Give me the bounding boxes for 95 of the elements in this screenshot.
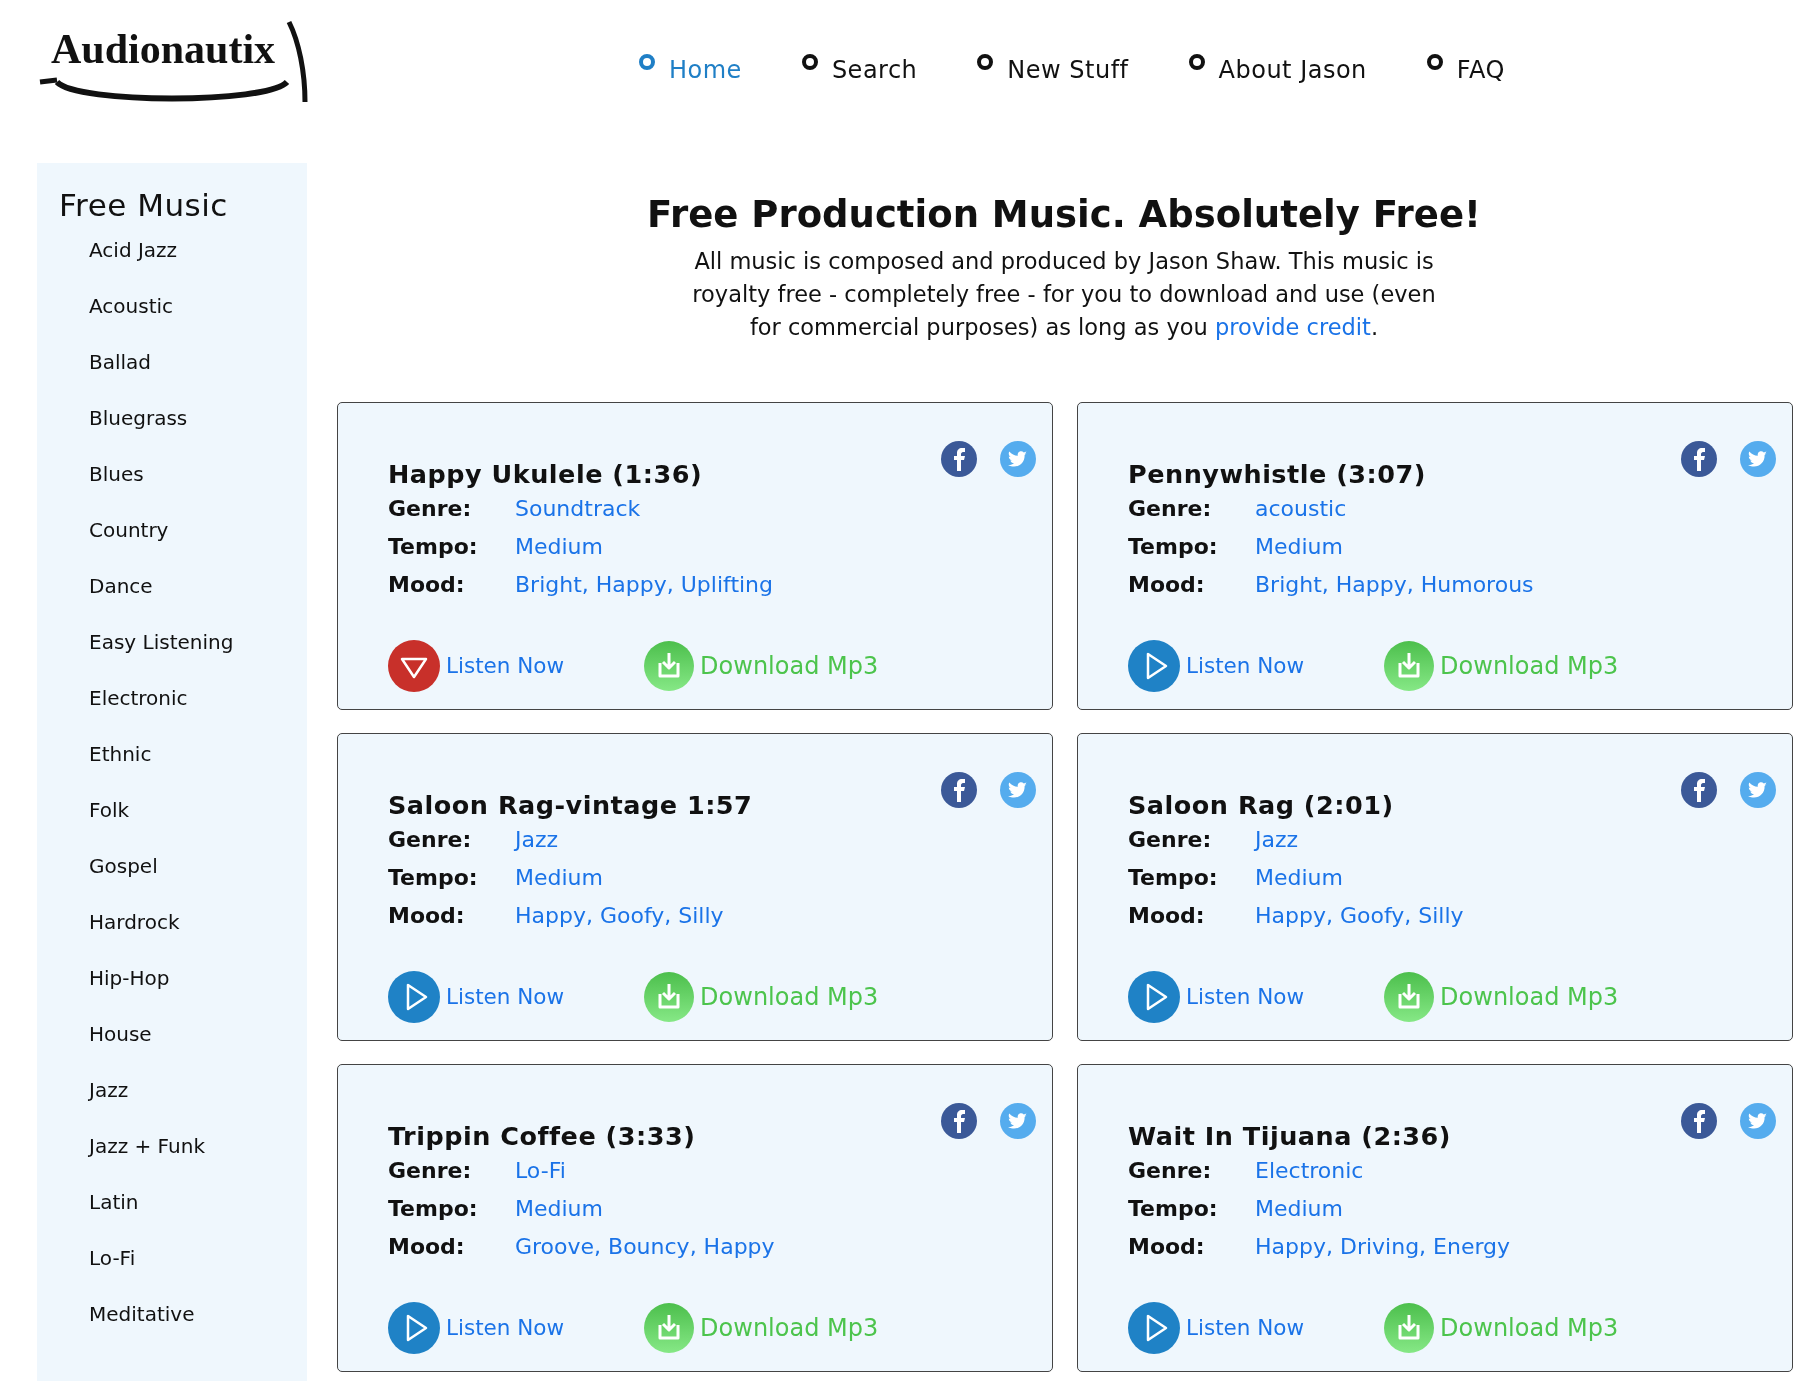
track-title: Wait In Tijuana (2:36) (1128, 1121, 1451, 1152)
field-label: Genre: (388, 826, 473, 855)
nav-link[interactable]: About Jason (1188, 52, 1367, 88)
field-value[interactable]: acoustic (1255, 492, 1347, 526)
sidebar-item[interactable]: Dance (59, 564, 307, 621)
track-title: Saloon Rag-vintage 1:57 (388, 790, 753, 821)
bullet-icon (1426, 54, 1443, 70)
facebook-icon[interactable] (1681, 1103, 1717, 1140)
sidebar-item[interactable]: Acoustic (59, 284, 307, 341)
track-title: Pennywhistle (3:07) (1128, 459, 1426, 490)
facebook-icon[interactable] (941, 441, 977, 478)
logo[interactable]: Audionautix (37, 12, 309, 104)
download-icon (644, 972, 695, 1022)
field-label: Genre: (1128, 1157, 1213, 1186)
field-value[interactable]: Electronic (1255, 1154, 1364, 1188)
bullet-icon (1188, 54, 1205, 70)
field-label: Tempo: (1128, 864, 1219, 893)
sidebar-item[interactable]: Acid Jazz (59, 228, 307, 285)
bullet-icon (801, 54, 818, 70)
field-label: Mood: (1128, 1233, 1206, 1262)
track-title: Happy Ukulele (1:36) (388, 459, 703, 490)
field-value[interactable]: Groove, Bouncy, Happy (515, 1230, 775, 1264)
field-label: Mood: (1128, 571, 1206, 600)
bullet-icon (977, 54, 994, 70)
field-label: Genre: (388, 495, 473, 524)
sidebar-item[interactable]: Folk (59, 788, 307, 845)
field-label: Genre: (1128, 495, 1213, 524)
facebook-icon[interactable] (941, 772, 977, 809)
field-value[interactable]: Jazz (1255, 823, 1299, 857)
page-headline: Free Production Music. Absolutely Free! (646, 193, 1482, 238)
sidebar-item[interactable]: Meditative (59, 1292, 307, 1349)
track-title: Saloon Rag (2:01) (1128, 790, 1394, 821)
download-icon (644, 641, 695, 691)
field-value[interactable]: Bright, Happy, Uplifting (515, 568, 774, 602)
field-value[interactable]: Medium (515, 530, 603, 564)
download-icon (1384, 972, 1435, 1022)
sidebar-item[interactable]: Gospel (59, 844, 307, 901)
bullet-icon (639, 54, 655, 70)
field-label: Tempo: (388, 1195, 479, 1224)
field-label: Tempo: (388, 864, 479, 893)
field-label: Tempo: (1128, 1195, 1219, 1224)
download-icon (1384, 641, 1435, 691)
sidebar-item[interactable]: Jazz + Funk (59, 1124, 307, 1181)
sidebar-item[interactable]: Country (59, 508, 307, 565)
field-label: Mood: (1128, 902, 1206, 931)
listen-button[interactable]: Listen Now (1128, 1302, 1305, 1354)
field-label: Mood: (388, 1233, 466, 1262)
field-value[interactable]: Soundtrack (515, 492, 641, 526)
field-value[interactable]: Happy, Driving, Energy (1255, 1230, 1511, 1264)
credit-link[interactable]: provide credit (1214, 314, 1371, 341)
sidebar-item[interactable]: Latin (59, 1180, 307, 1237)
nav-link[interactable]: Search (801, 52, 918, 88)
sidebar-item[interactable]: Easy Listening (59, 620, 307, 677)
download-icon (644, 1303, 695, 1353)
nav-link[interactable]: Home (639, 52, 742, 88)
listen-button[interactable]: Listen Now (388, 971, 565, 1023)
field-value[interactable]: Medium (515, 861, 603, 895)
track-title: Trippin Coffee (3:33) (388, 1121, 696, 1152)
sidebar-item[interactable]: Blues (59, 452, 307, 509)
sidebar-item[interactable]: Lo-Fi (59, 1236, 307, 1293)
sidebar-item[interactable]: Hip-Hop (59, 956, 307, 1013)
field-value[interactable]: Medium (1255, 1192, 1343, 1226)
field-label: Mood: (388, 902, 466, 931)
field-value[interactable]: Medium (1255, 861, 1343, 895)
field-label: Genre: (388, 1157, 473, 1186)
listen-button[interactable]: Listen Now (388, 1302, 565, 1354)
field-value[interactable]: Happy, Goofy, Silly (515, 899, 724, 933)
sidebar-item[interactable]: Ethnic (59, 732, 307, 789)
facebook-icon[interactable] (1681, 772, 1717, 809)
listen-button[interactable]: Listen Now (388, 640, 565, 692)
listen-button[interactable]: Listen Now (1128, 971, 1305, 1023)
sidebar-item[interactable]: House (59, 1012, 307, 1069)
sidebar-item[interactable]: Hardrock (59, 900, 307, 957)
field-label: Tempo: (388, 533, 479, 562)
intro-paragraph: All music is composed and produced by Jason Shaw. This music is royalty free - completely free - for you to download and use (even for commercial purposes) as long as you provide credit. (691, 247, 1437, 343)
download-icon (1384, 1303, 1435, 1353)
field-value[interactable]: Medium (1255, 530, 1343, 564)
sidebar-item[interactable]: Ballad (59, 340, 307, 397)
field-value[interactable]: Jazz (515, 823, 559, 857)
field-label: Mood: (388, 571, 466, 600)
sidebar-item[interactable]: Jazz (59, 1068, 307, 1125)
facebook-icon[interactable] (1681, 441, 1717, 478)
sidebar-title: Free Music (59, 187, 229, 225)
nav-link[interactable]: FAQ (1426, 52, 1505, 88)
facebook-icon[interactable] (941, 1103, 977, 1140)
field-label: Genre: (1128, 826, 1213, 855)
sidebar-item[interactable]: Bluegrass (59, 396, 307, 453)
listen-button[interactable]: Listen Now (1128, 640, 1305, 692)
field-label: Tempo: (1128, 533, 1219, 562)
field-value[interactable]: Happy, Goofy, Silly (1255, 899, 1464, 933)
nav-link[interactable]: New Stuff (977, 52, 1129, 88)
field-value[interactable]: Bright, Happy, Humorous (1255, 568, 1534, 602)
field-value[interactable]: Lo-Fi (515, 1154, 566, 1188)
sidebar-item[interactable]: Electronic (59, 676, 307, 733)
field-value[interactable]: Medium (515, 1192, 603, 1226)
